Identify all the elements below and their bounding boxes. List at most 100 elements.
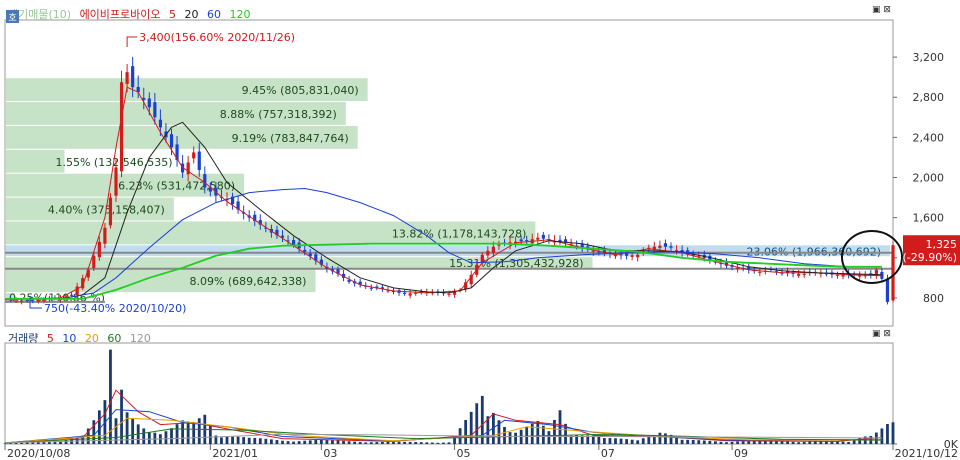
volume-bar — [436, 442, 440, 444]
volume-profile-label: 9.45% (805,831,040) — [242, 84, 359, 97]
x-axis-label: 2021/01 — [212, 447, 258, 460]
volume-bar — [447, 442, 451, 444]
x-axis-label: 2021/10/12 — [895, 447, 958, 460]
volume-bar — [236, 436, 240, 444]
volume-bar — [608, 438, 612, 444]
volume-bar — [680, 439, 684, 444]
volume-bar — [514, 432, 517, 444]
volume-bar — [242, 437, 246, 444]
volume-bar — [808, 441, 812, 444]
volume-bar — [308, 440, 312, 444]
volume-bar — [508, 432, 512, 444]
volume-bar — [442, 442, 445, 444]
candle-body — [669, 246, 673, 248]
x-axis-label: 09 — [734, 447, 748, 460]
volume-bar — [253, 437, 257, 444]
volume-bar — [153, 432, 157, 444]
candle-body — [536, 237, 540, 240]
candle-body — [891, 245, 895, 301]
candle-body — [125, 72, 129, 84]
max-annotation-label: 3,400(156.60% 2020/11/26) — [139, 31, 295, 44]
price-y-tick-label: 2,800 — [913, 91, 945, 104]
volume-bar — [292, 441, 295, 444]
volume-bar — [353, 441, 357, 444]
candle-body — [486, 250, 490, 256]
volume-bar — [547, 431, 551, 444]
volume-bar — [286, 441, 290, 444]
candle-body — [103, 227, 107, 244]
candle-body — [14, 300, 18, 302]
volume-bar — [536, 421, 540, 444]
candle-body — [525, 240, 529, 242]
x-axis-label: 2020/10/08 — [7, 447, 70, 460]
max-annotation-pointer — [126, 36, 138, 48]
stock-chart-svg[interactable]: 호3,2002,8002,4002,0001,6001,2008009.45% … — [0, 0, 960, 460]
volume-bar — [569, 435, 573, 444]
volume-bar — [714, 441, 717, 444]
volume-bar — [597, 436, 601, 444]
volume-bar — [858, 437, 862, 444]
volume-bar — [192, 423, 196, 444]
candle-body — [541, 234, 545, 239]
candle-body — [369, 287, 373, 289]
volume-bar — [730, 441, 734, 444]
volume-bar — [591, 435, 595, 444]
volume-bar — [664, 433, 667, 444]
volume-bar — [120, 389, 123, 444]
volume-bar — [691, 439, 695, 444]
candle-body — [835, 274, 840, 276]
volume-bar — [314, 440, 318, 444]
candle-body — [841, 274, 845, 277]
price-y-tick-label: 2,000 — [913, 172, 945, 185]
volume-bar — [786, 441, 789, 444]
volume-bar — [303, 440, 307, 444]
volume-bar — [381, 441, 384, 444]
volume-bar — [647, 436, 651, 444]
volume-bar — [147, 432, 151, 444]
volume-bar — [603, 438, 606, 444]
volume-bar — [686, 439, 690, 444]
volume-bar — [430, 442, 434, 444]
candle-body — [408, 293, 412, 296]
volume-bar — [630, 439, 634, 444]
volume-bar — [619, 438, 623, 444]
candle-body — [303, 249, 307, 252]
volume-bar — [170, 428, 173, 444]
volume-bar — [847, 442, 850, 444]
volume-bar — [369, 442, 373, 444]
candle-body — [802, 273, 806, 275]
volume-bar — [736, 441, 739, 444]
volume-bar — [3, 443, 7, 444]
volume-bar — [747, 441, 751, 444]
candle-body — [658, 245, 662, 248]
volume-bar — [270, 439, 273, 444]
candle-body — [497, 244, 501, 246]
candle-body — [70, 294, 74, 296]
volume-bar — [625, 439, 628, 444]
candle-body — [885, 278, 890, 302]
volume-bar — [891, 422, 895, 444]
candle-body — [92, 255, 96, 268]
volume-bar — [392, 441, 395, 444]
volume-bar — [464, 419, 468, 444]
price-y-tick-label: 3,200 — [913, 51, 945, 64]
volume-bar — [503, 426, 506, 444]
volume-bar — [342, 440, 345, 444]
candle-body — [114, 167, 118, 196]
volume-bar — [802, 441, 806, 444]
price-y-tick-label: 800 — [923, 292, 944, 305]
volume-bar — [780, 441, 784, 444]
volume-bar — [419, 442, 423, 444]
candle-body — [491, 246, 495, 254]
volume-bar — [719, 441, 723, 444]
candle-body — [153, 102, 157, 118]
volume-bar — [231, 436, 234, 444]
volume-bar — [9, 443, 12, 444]
volume-bar — [220, 437, 223, 444]
volume-bar — [614, 438, 617, 444]
candle-body — [414, 292, 418, 294]
volume-bar — [264, 438, 268, 444]
current-price-value: 1,325 — [926, 238, 958, 251]
volume-bar — [375, 442, 379, 444]
volume-bar — [258, 438, 262, 444]
